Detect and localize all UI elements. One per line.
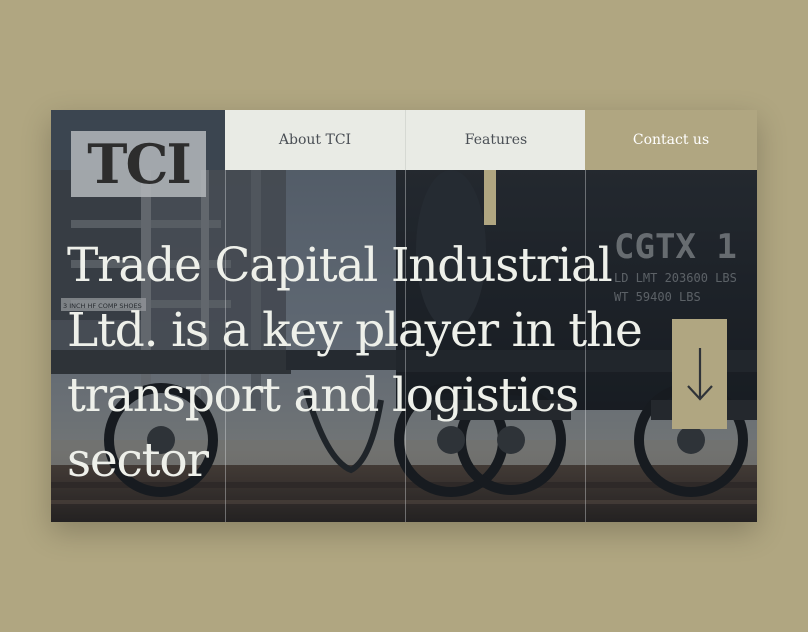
nav-contact-us[interactable]: Contact us — [585, 110, 757, 170]
logo[interactable]: TCI — [71, 131, 206, 197]
nav-contact-us-label: Contact us — [632, 132, 710, 148]
arrow-down-icon — [686, 348, 713, 401]
nav-about[interactable]: About TCI — [225, 110, 405, 170]
hero-headline: Trade Capital Industrial Ltd. is a key p… — [67, 238, 643, 488]
logo-text: TCI — [87, 132, 191, 196]
nav-features[interactable]: Features — [405, 110, 586, 170]
nav-about-label: About TCI — [278, 132, 352, 148]
nav-features-label: Features — [464, 132, 528, 148]
accent-bar — [484, 170, 496, 225]
scroll-down-button[interactable] — [672, 319, 727, 429]
hero-card: CGTX 1 LD LMT 203600 LBS WT 59400 LBS 3 … — [51, 110, 757, 522]
